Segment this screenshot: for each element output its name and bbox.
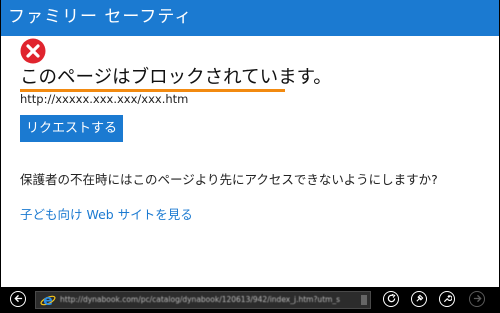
tools-button[interactable] bbox=[439, 291, 455, 307]
blocked-error-icon bbox=[20, 38, 46, 64]
internet-explorer-icon: e bbox=[40, 293, 56, 308]
refresh-button[interactable] bbox=[383, 291, 399, 307]
parental-question: 保護者の不在時にはこのページより先にアクセスできないようにしますか? bbox=[20, 172, 438, 187]
refresh-icon bbox=[387, 293, 395, 302]
address-scroll-indicator bbox=[361, 295, 367, 305]
title-bar: ファミリー セーフティ bbox=[1, 0, 499, 36]
back-button[interactable] bbox=[10, 291, 26, 307]
pin-icon bbox=[415, 294, 423, 302]
address-text: http://dynabook.com/pc/catalog/dynabook/… bbox=[60, 295, 341, 304]
browser-window: ファミリー セーフティ このページはブロックされています。 http://xxx… bbox=[0, 0, 500, 313]
blocked-url: http://xxxxx.xxx.xxx/xxx.htm bbox=[20, 92, 189, 106]
block-page-content: このページはブロックされています。 http://xxxxx.xxx.xxx/x… bbox=[1, 36, 499, 287]
pin-button[interactable] bbox=[411, 291, 427, 307]
back-arrow-icon bbox=[13, 294, 22, 302]
svg-text:e: e bbox=[43, 293, 53, 308]
forward-button[interactable] bbox=[469, 291, 485, 307]
wrench-icon bbox=[443, 294, 452, 302]
window-title: ファミリー セーフティ bbox=[8, 7, 193, 27]
request-button[interactable]: リクエストする bbox=[20, 115, 123, 142]
browser-app-bar: e http://dynabook.com/pc/catalog/dynaboo… bbox=[1, 287, 499, 313]
kids-websites-link[interactable]: 子ども向け Web サイトを見る bbox=[20, 206, 193, 224]
forward-arrow-icon bbox=[473, 294, 482, 302]
address-bar[interactable]: e http://dynabook.com/pc/catalog/dynaboo… bbox=[35, 291, 371, 309]
blocked-heading: このページはブロックされています。 bbox=[20, 67, 332, 88]
